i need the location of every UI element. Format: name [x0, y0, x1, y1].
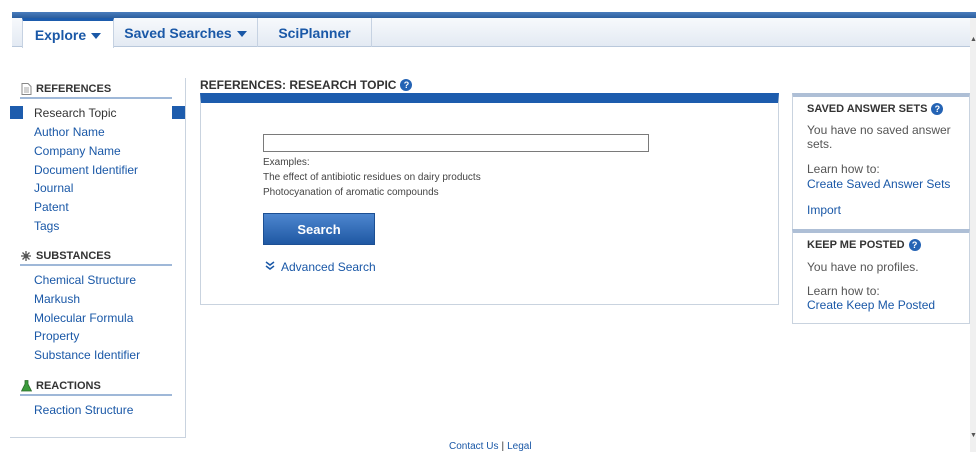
advanced-search-link[interactable]: Advanced Search — [265, 260, 376, 274]
chevron-down-icon — [91, 32, 102, 39]
research-topic-input[interactable] — [263, 134, 649, 152]
footer: Contact Us | Legal — [449, 441, 532, 452]
sidebar-item-chemical-structure[interactable]: Chemical Structure — [34, 273, 136, 287]
double-chevron-down-icon — [265, 261, 275, 273]
keep-me-posted-box: KEEP ME POSTED ? You have no profiles. L… — [792, 229, 970, 324]
sidebar-item-journal[interactable]: Journal — [34, 181, 73, 195]
tab-explore[interactable]: Explore — [22, 18, 114, 48]
keep-me-posted-title-text: KEEP ME POSTED — [807, 239, 905, 251]
search-panel: Examples: The effect of antibiotic resid… — [200, 93, 779, 305]
create-saved-answer-sets-link[interactable]: Create Saved Answer Sets — [807, 177, 950, 191]
main-tab-bar: Explore Saved Searches SciPlanner — [12, 18, 972, 48]
document-icon — [20, 83, 32, 95]
example-item: Photocyanation of aromatic compounds — [263, 187, 439, 198]
sidebar-item-molecular-formula[interactable]: Molecular Formula — [34, 311, 133, 325]
sidebar-item-reaction-structure[interactable]: Reaction Structure — [34, 403, 133, 417]
left-navigation: REFERENCES Research Topic Author Name Co… — [10, 78, 186, 438]
help-icon[interactable]: ? — [931, 103, 944, 115]
flask-icon — [20, 380, 32, 392]
help-icon[interactable]: ? — [908, 239, 921, 251]
sidebar-item-substance-identifier[interactable]: Substance Identifier — [34, 348, 140, 362]
saved-answer-sets-title: SAVED ANSWER SETS ? — [807, 103, 944, 115]
section-heading-substances: SUBSTANCES — [20, 250, 172, 266]
sidebar-item-tags[interactable]: Tags — [34, 219, 59, 233]
scroll-up-icon[interactable]: ▲ — [970, 36, 976, 43]
sidebar-item-property[interactable]: Property — [34, 329, 79, 343]
reactions-heading-text: REACTIONS — [36, 380, 101, 392]
substances-heading-text: SUBSTANCES — [36, 250, 111, 262]
tab-saved-searches[interactable]: Saved Searches — [114, 18, 258, 47]
contact-us-link[interactable]: Contact Us — [449, 441, 498, 452]
page-title-text: REFERENCES: RESEARCH TOPIC — [200, 78, 397, 92]
footer-separator: | — [501, 441, 505, 452]
advanced-search-label: Advanced Search — [281, 260, 376, 274]
saved-answer-sets-learn: Learn how to: — [807, 162, 880, 176]
sidebar-item-document-identifier[interactable]: Document Identifier — [34, 163, 138, 177]
saved-answer-sets-title-text: SAVED ANSWER SETS — [807, 103, 928, 115]
sidebar-item-markush[interactable]: Markush — [34, 292, 80, 306]
keep-me-posted-empty: You have no profiles. — [807, 260, 919, 274]
sidebar-item-author-name[interactable]: Author Name — [34, 125, 105, 139]
tab-sciplanner-label: SciPlanner — [278, 24, 351, 41]
examples-label: Examples: — [263, 157, 310, 168]
sidebar-item-patent[interactable]: Patent — [34, 200, 69, 214]
references-heading-text: REFERENCES — [36, 83, 112, 95]
sidebar-item-company-name[interactable]: Company Name — [34, 144, 121, 158]
scroll-down-icon[interactable]: ▼ — [970, 432, 976, 439]
section-heading-references: REFERENCES — [20, 83, 172, 99]
sidebar-item-research-topic[interactable]: Research Topic — [34, 106, 117, 120]
legal-link[interactable]: Legal — [507, 441, 531, 452]
page-title: REFERENCES: RESEARCH TOPIC ? — [200, 78, 413, 92]
vertical-scrollbar[interactable] — [970, 18, 976, 452]
section-heading-reactions: REACTIONS — [20, 380, 172, 396]
tab-sciplanner[interactable]: SciPlanner — [258, 18, 372, 47]
create-keep-me-posted-link[interactable]: Create Keep Me Posted — [807, 298, 935, 312]
import-link[interactable]: Import — [807, 203, 841, 217]
tab-saved-searches-label: Saved Searches — [124, 24, 232, 41]
tab-explore-label: Explore — [34, 26, 87, 43]
search-button[interactable]: Search — [263, 213, 375, 245]
example-item: The effect of antibiotic residues on dai… — [263, 172, 481, 183]
chevron-down-icon — [236, 30, 247, 37]
keep-me-posted-learn: Learn how to: — [807, 284, 880, 298]
molecule-icon — [20, 250, 32, 262]
help-icon[interactable]: ? — [400, 79, 413, 91]
saved-answer-sets-empty-line2: sets. — [807, 137, 833, 151]
active-marker-right — [172, 106, 185, 119]
saved-answer-sets-box: SAVED ANSWER SETS ? You have no saved an… — [792, 93, 970, 230]
keep-me-posted-title: KEEP ME POSTED ? — [807, 239, 921, 251]
search-examples: Examples: The effect of antibiotic resid… — [263, 155, 481, 200]
active-marker-left — [10, 106, 23, 119]
saved-answer-sets-empty-line1: You have no saved answer — [807, 123, 951, 137]
